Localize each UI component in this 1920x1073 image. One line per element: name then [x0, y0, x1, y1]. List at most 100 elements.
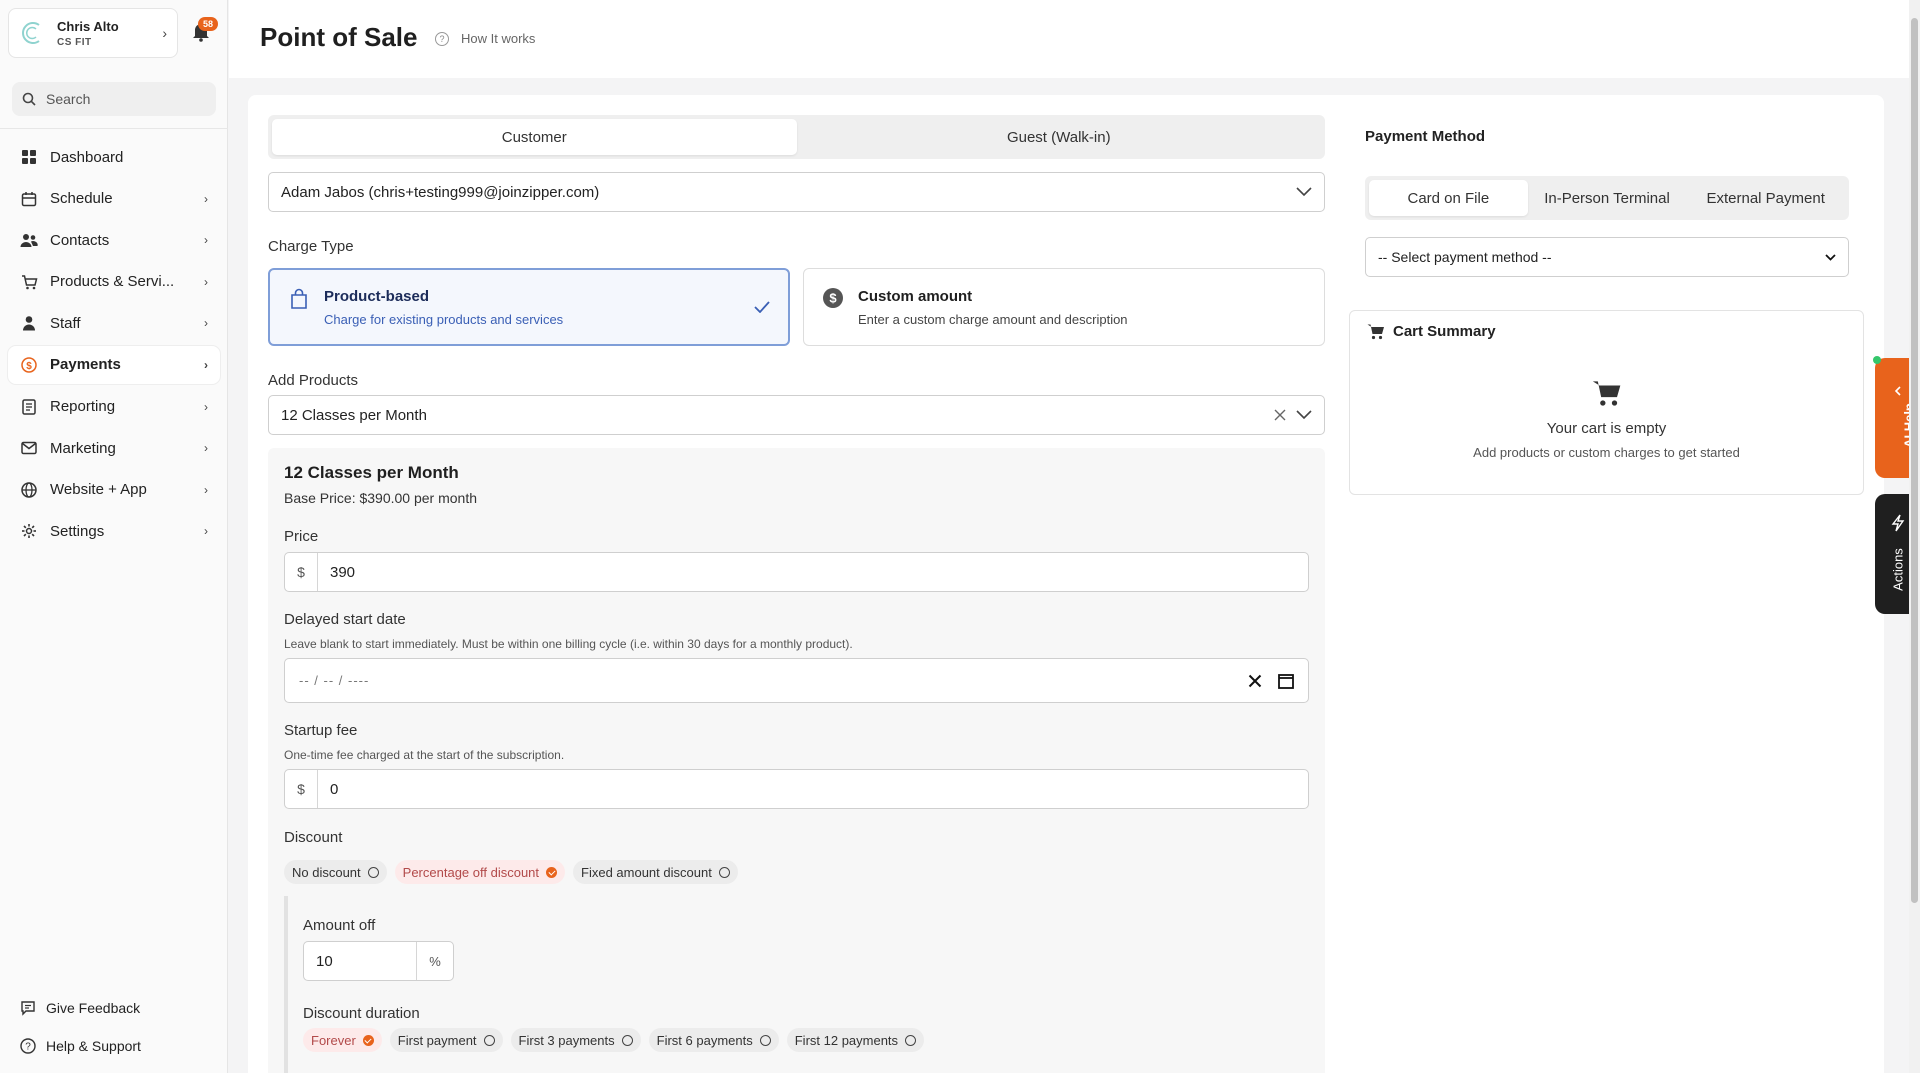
radio-icon — [905, 1034, 917, 1046]
amount-off-label: Amount off — [303, 917, 376, 934]
shopping-bag-icon — [291, 288, 307, 309]
pill-label: Forever — [311, 1032, 356, 1048]
radio-checked-icon — [546, 866, 558, 878]
sidebar-item-label: Staff — [50, 314, 81, 332]
discount-label: Discount — [284, 829, 343, 846]
duration-option-first-payment[interactable]: First payment — [389, 1028, 503, 1052]
sidebar-item-schedule[interactable]: Schedule › — [8, 180, 220, 218]
startup-fee-help: One-time fee charged at the start of the… — [284, 748, 565, 762]
sidebar-item-contacts[interactable]: Contacts › — [8, 221, 220, 259]
search-icon — [22, 92, 36, 106]
feedback-icon — [21, 1001, 35, 1016]
tab-customer[interactable]: Customer — [272, 119, 797, 155]
sidebar-item-staff[interactable]: Staff › — [8, 304, 220, 342]
checkmark-icon — [754, 301, 770, 313]
page-title: Point of Sale — [260, 22, 418, 52]
svg-text:$: $ — [829, 291, 837, 306]
charge-card-desc: Charge for existing products and service… — [324, 311, 564, 327]
duration-options: Forever First payment First 3 payments F… — [303, 1028, 925, 1052]
cart-empty-subtext: Add products or custom charges to get st… — [1473, 445, 1740, 460]
startup-fee-input[interactable]: $ 0 — [284, 769, 1309, 809]
tab-in-person-terminal[interactable]: In-Person Terminal — [1528, 180, 1687, 216]
clear-icon[interactable] — [1248, 674, 1262, 688]
account-switcher[interactable]: Chris Alto CS FIT › — [8, 8, 178, 58]
sidebar-item-dashboard[interactable]: Dashboard — [8, 138, 220, 176]
add-products-select[interactable]: 12 Classes per Month — [268, 395, 1325, 435]
chevron-right-icon: › — [162, 25, 167, 41]
how-it-works-label: How It works — [461, 31, 536, 46]
pill-label: First 3 payments — [518, 1032, 615, 1048]
reporting-icon — [20, 398, 38, 416]
radio-icon — [483, 1034, 495, 1046]
payment-method-tabs: Card on File In-Person Terminal External… — [1365, 176, 1849, 220]
sidebar-nav: Dashboard Schedule › Contacts › Products… — [8, 138, 220, 554]
discount-option-fixed[interactable]: Fixed amount discount — [573, 860, 738, 884]
sidebar-item-marketing[interactable]: Marketing › — [8, 429, 220, 467]
delayed-start-date-input[interactable]: -- / -- / ---- — [284, 658, 1309, 703]
chevron-down-icon — [1296, 187, 1312, 197]
sidebar-item-settings[interactable]: Settings › — [8, 512, 220, 550]
cart-empty-text: Your cart is empty — [1546, 420, 1667, 437]
sidebar-item-website[interactable]: Website + App › — [8, 471, 220, 509]
sidebar-item-reporting[interactable]: Reporting › — [8, 388, 220, 426]
duration-option-first-3[interactable]: First 3 payments — [510, 1028, 641, 1052]
date-placeholder: -- / -- / ---- — [299, 673, 370, 688]
charge-type-label: Charge Type — [268, 238, 354, 255]
payment-method-select[interactable]: -- Select payment method -- — [1365, 237, 1849, 277]
globe-icon — [20, 481, 38, 499]
help-support-link[interactable]: ? Help & Support — [8, 1028, 220, 1064]
chevron-right-icon: › — [204, 357, 208, 372]
radio-icon — [621, 1034, 633, 1046]
price-input[interactable]: $ 390 — [284, 552, 1309, 592]
clear-icon[interactable] — [1274, 409, 1286, 421]
customer-type-toggle: Customer Guest (Walk-in) — [268, 115, 1325, 159]
calendar-icon[interactable] — [1278, 673, 1294, 689]
notification-badge: 58 — [198, 17, 218, 31]
customer-select[interactable]: Adam Jabos (chris+testing999@joinzipper.… — [268, 172, 1325, 212]
price-value: 390 — [330, 563, 356, 581]
delayed-start-label: Delayed start date — [284, 611, 406, 628]
sidebar-item-label: Products & Servi... — [50, 273, 175, 291]
sidebar-item-label: Settings — [50, 522, 105, 540]
tab-guest[interactable]: Guest (Walk-in) — [797, 119, 1322, 155]
svg-text:$: $ — [26, 361, 32, 372]
payments-icon: $ — [20, 356, 38, 374]
amount-off-input[interactable]: 10 % — [303, 941, 454, 981]
charge-type-custom-card[interactable]: $ Custom amount Enter a custom charge am… — [803, 268, 1325, 346]
duration-option-first-12[interactable]: First 12 payments — [786, 1028, 925, 1052]
mail-icon — [20, 439, 38, 457]
charge-type-product-card[interactable]: Product-based Charge for existing produc… — [268, 268, 790, 346]
contacts-icon — [20, 231, 38, 249]
discount-option-percentage[interactable]: Percentage off discount — [394, 860, 566, 884]
chevron-right-icon: › — [204, 274, 208, 289]
radio-checked-icon — [362, 1034, 374, 1046]
scrollbar-thumb[interactable] — [1911, 18, 1918, 903]
amount-off-unit: % — [416, 942, 453, 980]
duration-option-forever[interactable]: Forever — [303, 1028, 382, 1052]
sidebar-item-label: Reporting — [50, 398, 116, 416]
svg-text:?: ? — [25, 1042, 31, 1053]
sidebar-item-payments[interactable]: $ Payments › — [8, 345, 220, 384]
sidebar-item-label: Payments — [50, 356, 121, 374]
chevron-right-icon: › — [204, 524, 208, 539]
discount-duration-label: Discount duration — [303, 1005, 420, 1022]
dollar-circle-icon: $ — [823, 288, 843, 308]
search-input[interactable]: Search — [12, 82, 216, 116]
sidebar-item-products[interactable]: Products & Servi... › — [8, 263, 220, 301]
duration-option-first-6[interactable]: First 6 payments — [648, 1028, 779, 1052]
pill-label: Fixed amount discount — [581, 864, 712, 880]
sidebar: Chris Alto CS FIT › 58 Search Dashboard … — [0, 0, 228, 1073]
how-it-works-link[interactable]: ? How It works — [435, 31, 535, 46]
charge-card-title: Custom amount — [858, 287, 973, 305]
chevron-down-icon — [1825, 253, 1836, 261]
sidebar-item-label: Contacts — [50, 231, 110, 249]
tab-external-payment[interactable]: External Payment — [1686, 180, 1845, 216]
dashboard-icon — [20, 148, 38, 166]
give-feedback-link[interactable]: Give Feedback — [8, 990, 220, 1026]
tab-card-on-file[interactable]: Card on File — [1369, 180, 1528, 216]
chevron-right-icon: › — [204, 233, 208, 248]
charge-card-title: Product-based — [324, 287, 430, 305]
discount-option-none[interactable]: No discount — [284, 860, 387, 884]
sidebar-item-label: Website + App — [50, 481, 147, 499]
cart-icon — [20, 273, 38, 291]
